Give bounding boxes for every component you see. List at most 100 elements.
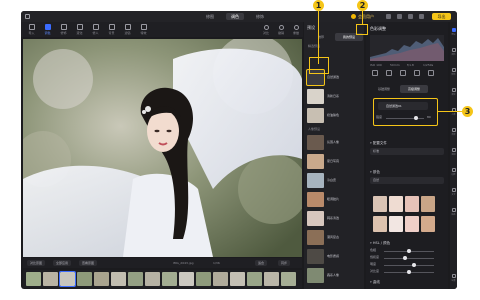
fit-button[interactable]: 适合	[255, 260, 268, 266]
compare-button[interactable]: 对比	[259, 25, 273, 35]
tab-retouch[interactable]: 修饰	[251, 13, 269, 20]
filmstrip-thumb[interactable]	[196, 272, 211, 286]
hsl-slider[interactable]: 明度	[370, 262, 444, 268]
preset-card[interactable]: 森系人像	[307, 268, 363, 283]
strip-background[interactable]: 背景	[450, 128, 457, 136]
filmstrip-thumb[interactable]	[94, 272, 109, 286]
preset-thumb	[307, 154, 324, 169]
skin-swatch[interactable]	[389, 196, 403, 212]
callout-box-1	[309, 57, 329, 74]
section-skin-tone[interactable]: 肤色	[370, 170, 380, 175]
tab-advanced-adjust[interactable]: 高级调整	[400, 85, 428, 93]
tool-background[interactable]: 背景	[105, 24, 118, 35]
skin-swatch[interactable]	[405, 216, 419, 232]
strip-portrait[interactable]: 人像	[450, 108, 457, 116]
profile-select[interactable]: 标准	[370, 148, 444, 155]
preset-card[interactable]: 夏日写真	[307, 154, 363, 169]
redo-button[interactable]: 重做	[289, 25, 303, 35]
settings-icon[interactable]	[408, 14, 413, 19]
tab-recommended[interactable]: 推荐	[307, 33, 335, 41]
tool-portrait[interactable]: 修人	[89, 24, 102, 35]
tab-basic-adjust[interactable]: 基础调整	[370, 85, 398, 93]
tab-edit[interactable]: 修图	[201, 13, 219, 20]
filmstrip-thumb[interactable]	[43, 272, 58, 286]
tab-color[interactable]: 调色	[226, 13, 244, 20]
intensity-slider[interactable]: 强度 80	[376, 115, 434, 121]
filmstrip-thumb[interactable]	[281, 272, 296, 286]
strip-liquify[interactable]: 液化	[450, 88, 457, 96]
filmstrip-thumb[interactable]	[162, 272, 177, 286]
skin-swatch[interactable]	[373, 196, 387, 212]
filmstrip-thumb[interactable]	[111, 272, 126, 286]
strip-retouch[interactable]: 修饰	[450, 68, 457, 76]
tool-effects[interactable]: 特效	[137, 24, 150, 35]
apply-all-button[interactable]: 全部应用	[53, 260, 72, 266]
strip-color[interactable]: 调色	[450, 48, 457, 56]
presets-tabs: 推荐 我的预设	[307, 33, 363, 41]
section-profile[interactable]: 配置文件	[370, 141, 387, 146]
hsl-slider[interactable]: 饱和度	[370, 255, 444, 261]
intensity-knob[interactable]	[414, 116, 419, 120]
skin-tone-select[interactable]: 自然	[370, 177, 444, 184]
slider-knob[interactable]	[403, 256, 407, 260]
skin-swatch[interactable]	[389, 216, 403, 232]
strip-text[interactable]: 文字	[450, 188, 457, 196]
preset-card[interactable]: 暖调胶片	[307, 192, 363, 207]
skin-swatch[interactable]	[421, 196, 435, 212]
preset-card[interactable]: 港风复古	[307, 230, 363, 245]
preset-card[interactable]: 奶油肤色	[307, 108, 363, 123]
file-count: 1/36	[213, 261, 220, 265]
export-button[interactable]: 导出	[432, 13, 451, 20]
filmstrip-thumb[interactable]	[247, 272, 262, 286]
filmstrip-thumb[interactable]	[179, 272, 194, 286]
hsl-slider[interactable]: 对比度	[370, 269, 444, 275]
eyedropper-icon[interactable]	[414, 70, 420, 76]
section-hsl[interactable]: HSL / 颜色	[370, 241, 390, 246]
slider-knob[interactable]	[412, 263, 416, 267]
sync-button[interactable]: 同步	[278, 260, 291, 266]
gradient-icon[interactable]	[400, 70, 406, 76]
view-original-button[interactable]: 查看原图	[79, 260, 98, 266]
preset-card[interactable]: 冷白皮	[307, 173, 363, 188]
filmstrip-thumb[interactable]	[128, 272, 143, 286]
section-curve[interactable]: 曲线	[370, 280, 380, 285]
strip-frame[interactable]: 边框	[450, 168, 457, 176]
strip-settings[interactable]: 设置	[450, 274, 457, 282]
filmstrip-thumb[interactable]	[59, 271, 76, 287]
hsl-slider[interactable]: 色相	[370, 248, 444, 254]
skin-swatch[interactable]	[373, 216, 387, 232]
crop-icon[interactable]	[372, 70, 378, 76]
preset-card[interactable]: 韩系清透	[307, 211, 363, 226]
menu-icon[interactable]	[419, 14, 424, 19]
preset-card[interactable]: 清新日系	[307, 89, 363, 104]
color-icon	[44, 24, 51, 30]
undo-button[interactable]: 撤销	[274, 25, 288, 35]
slider-knob[interactable]	[407, 270, 411, 274]
preset-card[interactable]: 氛围人像	[307, 135, 363, 150]
brush-icon[interactable]	[386, 70, 392, 76]
filmstrip-thumb[interactable]	[77, 272, 92, 286]
tool-color[interactable]: 调色	[41, 24, 54, 35]
preset-card[interactable]: 电影质感	[307, 249, 363, 264]
tool-import[interactable]: 导入	[25, 24, 38, 35]
filmstrip-thumb[interactable]	[145, 272, 160, 286]
filmstrip-thumb[interactable]	[230, 272, 245, 286]
mask-icon[interactable]	[428, 70, 434, 76]
skin-swatch[interactable]	[405, 196, 419, 212]
filmstrip-thumb[interactable]	[26, 272, 41, 286]
notification-icon[interactable]	[397, 14, 402, 19]
adjust-tabs: 基础调整 高级调整	[370, 85, 444, 93]
strip-presets[interactable]: 预设	[450, 28, 457, 36]
tool-filter[interactable]: 滤镜	[121, 24, 134, 35]
strip-sticker[interactable]: 贴纸	[450, 208, 457, 216]
upload-icon[interactable]	[386, 14, 391, 19]
filmstrip-thumb[interactable]	[213, 272, 228, 286]
tool-retouch[interactable]: 修饰	[57, 24, 70, 35]
photo-canvas[interactable]	[23, 39, 302, 257]
slider-knob[interactable]	[407, 249, 411, 253]
strip-filter[interactable]: 滤镜	[450, 148, 457, 156]
compare-original-button[interactable]: 对比原图	[27, 260, 46, 266]
skin-swatch[interactable]	[421, 216, 435, 232]
tool-liquify[interactable]: 液化	[73, 24, 86, 35]
filmstrip-thumb[interactable]	[264, 272, 279, 286]
